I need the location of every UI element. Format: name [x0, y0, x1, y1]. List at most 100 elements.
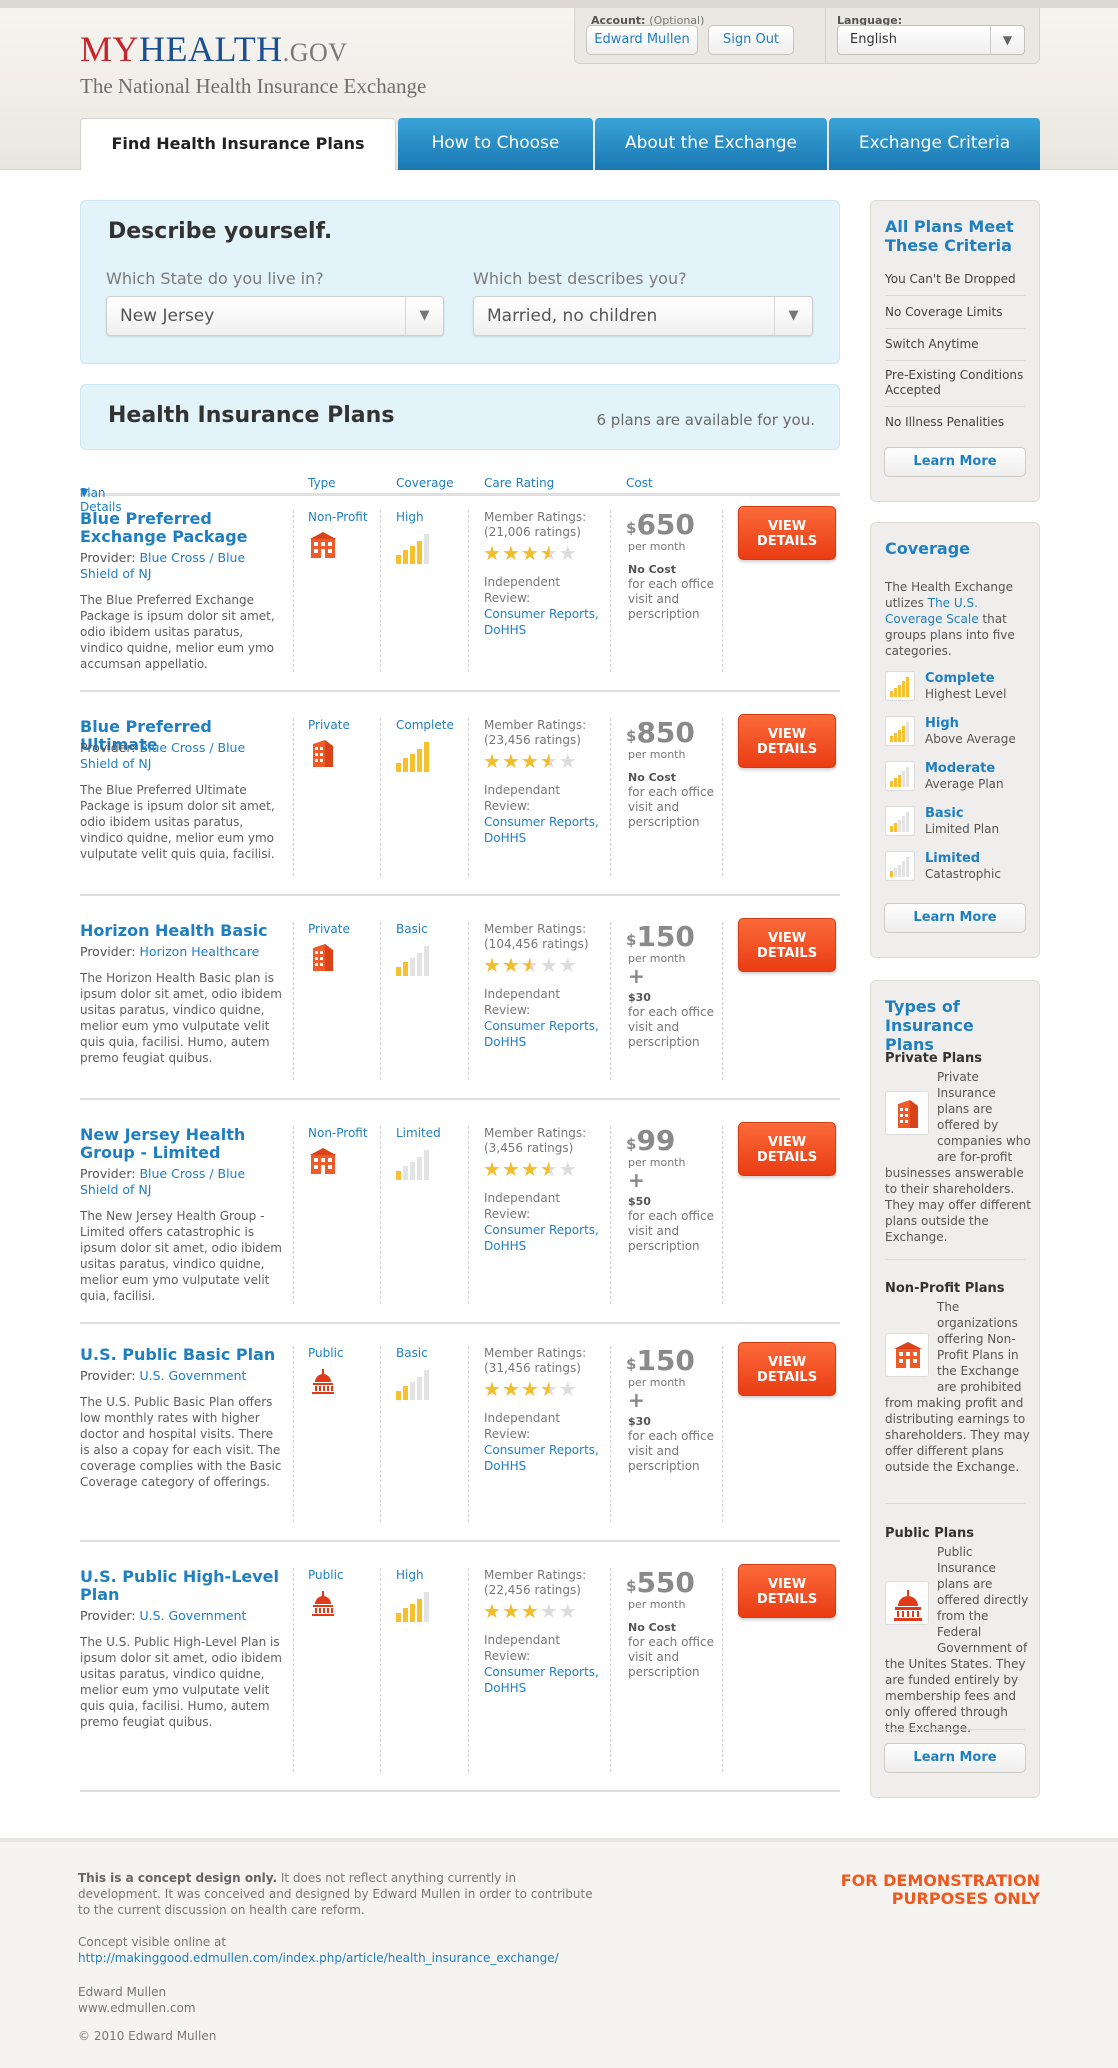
- column-divider: [380, 718, 381, 876]
- criteria-item: Pre-Existing Conditions Accepted: [885, 368, 1024, 397]
- star-full-icon: ★: [501, 749, 521, 773]
- coverage-level-name[interactable]: High: [925, 716, 959, 731]
- star-rating[interactable]: ★★★★★: [483, 750, 578, 772]
- view-details-button[interactable]: VIEW DETAILS: [738, 918, 836, 972]
- price-period: per month: [628, 540, 686, 553]
- criteria-learn-more-button[interactable]: Learn More: [884, 447, 1026, 477]
- visit-cost: $50 for each office visit and perscriptio…: [628, 1195, 714, 1253]
- review-link[interactable]: Consumer Reports, DoHHS: [484, 1018, 604, 1050]
- plan-name-link[interactable]: New Jersey Health Group - Limited: [80, 1126, 280, 1162]
- provider-link[interactable]: U.S. Government: [139, 1608, 246, 1623]
- coverage-bar: [396, 555, 401, 564]
- star-half-icon: ★: [539, 1377, 559, 1401]
- plan-coverage-link[interactable]: Basic: [396, 1346, 428, 1360]
- coverage-level-name[interactable]: Moderate: [925, 761, 995, 776]
- coverage-learn-more-button[interactable]: Learn More: [884, 903, 1026, 933]
- review-link[interactable]: Consumer Reports, DoHHS: [484, 1664, 604, 1696]
- coverage-level-bars: [885, 851, 915, 881]
- plan-price: $650: [626, 508, 695, 541]
- tab-about-exchange[interactable]: About the Exchange: [595, 118, 827, 170]
- plan-row: U.S. Public High-Level Plan Provider: U.…: [80, 1564, 840, 1792]
- plan-type-link[interactable]: Public: [308, 1346, 344, 1360]
- coverage-bar: [894, 688, 897, 697]
- footer-site[interactable]: www.edmullen.com: [78, 2000, 598, 2016]
- concept-url-link[interactable]: http://makinggood.edmullen.com/index.php…: [78, 1950, 638, 1966]
- star-rating[interactable]: ★★★★★: [483, 542, 578, 564]
- view-details-button[interactable]: VIEW DETAILS: [738, 1122, 836, 1176]
- site-logo[interactable]: MYHEALTH.GOV The National Health Insuran…: [80, 30, 426, 99]
- column-divider: [610, 1568, 611, 1772]
- coverage-bar: [417, 1157, 422, 1180]
- plan-coverage-link[interactable]: Basic: [396, 922, 428, 936]
- coverage-level-name[interactable]: Limited: [925, 851, 980, 866]
- column-divider: [293, 718, 294, 876]
- column-divider: [380, 1568, 381, 1772]
- coverage-bar: [902, 681, 905, 697]
- tab-find-plans[interactable]: Find Health Insurance Plans: [80, 118, 396, 170]
- plan-name-link[interactable]: Horizon Health Basic: [80, 922, 280, 940]
- review-link[interactable]: Consumer Reports, DoHHS: [484, 1222, 604, 1254]
- plan-coverage-link[interactable]: High: [396, 1568, 424, 1582]
- plan-coverage-link[interactable]: High: [396, 510, 424, 524]
- view-details-button[interactable]: VIEW DETAILS: [738, 714, 836, 768]
- col-coverage[interactable]: Coverage: [396, 476, 454, 490]
- coverage-bar: [424, 1592, 429, 1622]
- view-details-button[interactable]: VIEW DETAILS: [738, 506, 836, 560]
- tab-exchange-criteria[interactable]: Exchange Criteria: [829, 118, 1040, 170]
- plan-name-link[interactable]: Blue Preferred Exchange Package: [80, 510, 280, 546]
- star-rating[interactable]: ★★★★★: [483, 1600, 578, 1622]
- tab-how-to-choose[interactable]: How to Choose: [398, 118, 593, 170]
- status-select[interactable]: Married, no children ▼: [473, 296, 813, 336]
- coverage-level-name[interactable]: Basic: [925, 806, 964, 821]
- plan-coverage-link[interactable]: Limited: [396, 1126, 441, 1140]
- describe-title: Describe yourself.: [108, 219, 333, 244]
- ratings-count: (31,456 ratings): [484, 1361, 581, 1375]
- plan-types-box: Types of Insurance Plans Private Plans P…: [870, 980, 1040, 1798]
- star-rating[interactable]: ★★★★★: [483, 1158, 578, 1180]
- plan-type-link[interactable]: Private: [308, 922, 350, 936]
- user-name-button[interactable]: Edward Mullen: [586, 25, 698, 55]
- review-link[interactable]: Consumer Reports, DoHHS: [484, 814, 604, 846]
- plan-type-link[interactable]: Non-Profit: [308, 1126, 368, 1140]
- state-select[interactable]: New Jersey ▼: [106, 296, 444, 336]
- plan-name-link[interactable]: U.S. Public Basic Plan: [80, 1346, 280, 1364]
- criteria-divider: [885, 295, 1025, 296]
- visit-cost: $30 for each office visit and perscriptio…: [628, 991, 714, 1049]
- star-empty-icon: ★: [558, 1599, 578, 1623]
- provider-link[interactable]: Horizon Healthcare: [139, 944, 259, 959]
- member-ratings: Member Ratings: (3,456 ratings): [484, 1126, 587, 1155]
- plan-coverage-link[interactable]: Complete: [396, 718, 454, 732]
- status-value: Married, no children: [487, 306, 658, 326]
- plan-type-link[interactable]: Non-Profit: [308, 510, 368, 524]
- plan-name-link[interactable]: U.S. Public High-Level Plan: [80, 1568, 280, 1604]
- coverage-level-bars: [885, 761, 915, 791]
- coverage-level-bars: [885, 716, 915, 746]
- sign-out-button[interactable]: Sign Out: [708, 25, 794, 55]
- logo-health: HEALTH: [139, 29, 283, 69]
- column-divider: [293, 1126, 294, 1304]
- review-link[interactable]: Consumer Reports, DoHHS: [484, 1442, 604, 1474]
- col-care-rating[interactable]: Care Rating: [484, 476, 554, 490]
- coverage-level-name[interactable]: Complete: [925, 671, 995, 686]
- coverage-bar: [417, 1599, 422, 1622]
- coverage-bar: [898, 820, 901, 832]
- view-details-button[interactable]: VIEW DETAILS: [738, 1342, 836, 1396]
- star-rating[interactable]: ★★★★★: [483, 1378, 578, 1400]
- provider-link[interactable]: U.S. Government: [139, 1368, 246, 1383]
- view-details-button[interactable]: VIEW DETAILS: [738, 1564, 836, 1618]
- col-cost[interactable]: Cost: [626, 476, 653, 490]
- column-divider: [468, 1126, 469, 1304]
- coverage-bar: [894, 868, 897, 877]
- plan-type-link[interactable]: Private: [308, 718, 350, 732]
- star-rating[interactable]: ★★★★★: [483, 954, 578, 976]
- coverage-bar: [906, 677, 909, 697]
- col-type[interactable]: Type: [308, 476, 336, 490]
- independent-review: Independant Review: Consumer Reports, DoH…: [484, 1410, 604, 1474]
- types-learn-more-button[interactable]: Learn More: [884, 1743, 1026, 1773]
- coverage-bar: [410, 1604, 415, 1622]
- visit-cost: No Cost for each office visit and perscri…: [628, 771, 714, 829]
- review-link[interactable]: Consumer Reports, DoHHS: [484, 606, 604, 638]
- coverage-description: The Health Exchange utlizes The U.S. Cov…: [885, 580, 1015, 658]
- language-select[interactable]: English ▼: [837, 25, 1025, 55]
- plan-type-link[interactable]: Public: [308, 1568, 344, 1582]
